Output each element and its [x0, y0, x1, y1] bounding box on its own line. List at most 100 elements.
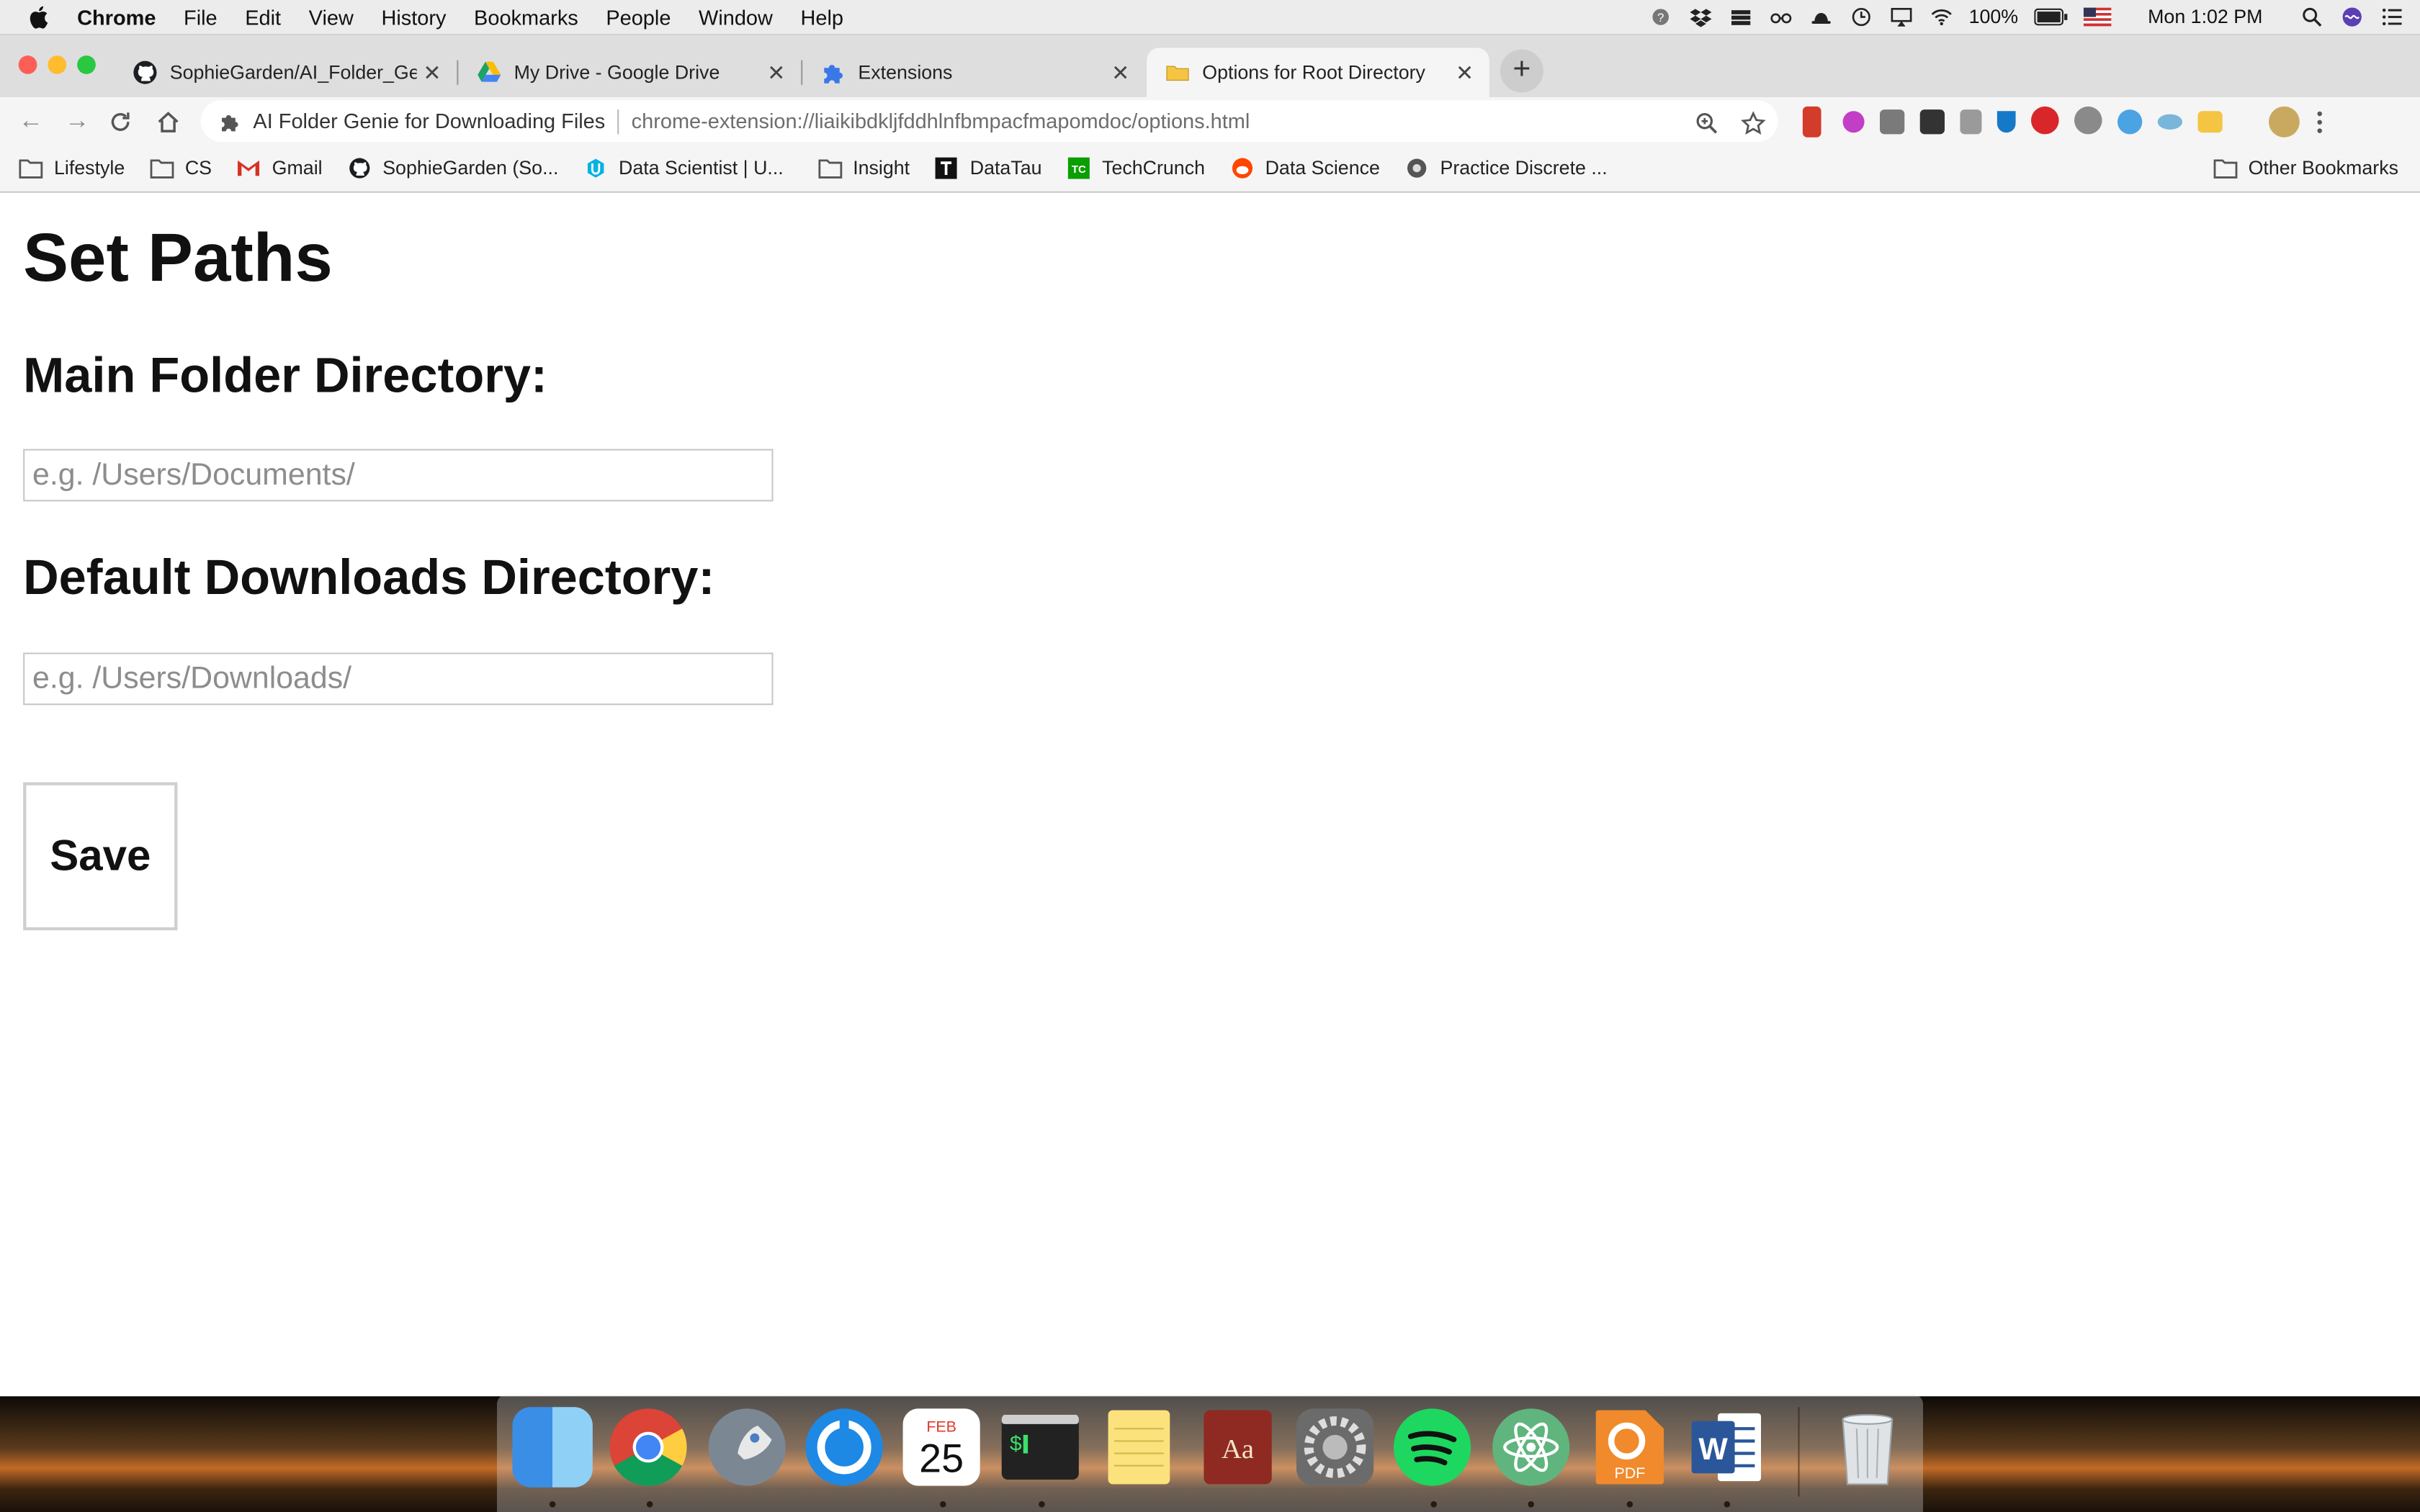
airplay-icon[interactable]: [1888, 6, 1913, 28]
menu-history[interactable]: History: [381, 6, 446, 29]
tab-google-drive[interactable]: My Drive - Google Drive ✕: [458, 48, 801, 97]
bookmark-lifestyle[interactable]: Lifestyle: [19, 158, 125, 179]
bookmark-udacity[interactable]: Data Scientist | U...: [583, 158, 784, 179]
url-text[interactable]: chrome-extension://liaikibdkljfddhlnfbmp…: [632, 109, 1250, 132]
y-extension-icon[interactable]: [1996, 111, 2016, 133]
close-tab-icon[interactable]: ✕: [1449, 60, 1480, 86]
menu-app-name[interactable]: Chrome: [77, 6, 156, 29]
techcrunch-icon: TC: [1067, 157, 1090, 179]
menu-people[interactable]: People: [606, 6, 671, 29]
close-window-button[interactable]: [18, 55, 37, 74]
dictionary-icon[interactable]: Aa: [1198, 1407, 1278, 1487]
atom-icon[interactable]: [1491, 1407, 1571, 1487]
time-machine-icon[interactable]: [1848, 6, 1873, 28]
bookmark-star-icon[interactable]: [1741, 111, 1766, 135]
home-icon[interactable]: [156, 109, 180, 134]
stack-icon[interactable]: [1728, 6, 1752, 28]
close-tab-icon[interactable]: ✕: [761, 60, 792, 86]
bookmark-practice-discrete[interactable]: Practice Discrete ...: [1404, 158, 1608, 179]
word-label: W: [1698, 1432, 1728, 1467]
reload-icon[interactable]: [108, 109, 133, 134]
eye-extension-icon[interactable]: [2157, 114, 2182, 130]
zoom-window-button[interactable]: [77, 55, 96, 74]
bookmark-github[interactable]: SophieGarden (So...: [347, 158, 558, 179]
menu-kebab-icon[interactable]: [2315, 109, 2325, 135]
apple-icon[interactable]: [28, 4, 53, 29]
minimize-window-button[interactable]: [48, 55, 67, 74]
bookmark-datatau[interactable]: DataTau: [934, 157, 1042, 179]
bookmark-techcrunch[interactable]: TC TechCrunch: [1067, 157, 1205, 179]
back-icon[interactable]: ←: [15, 107, 46, 138]
battery-icon[interactable]: [2033, 6, 2068, 28]
refresh-extension-icon[interactable]: [2118, 109, 2143, 135]
tab-github[interactable]: SophieGarden/AI_Folder_Genie ✕: [115, 48, 457, 97]
system-preferences-icon[interactable]: [1295, 1407, 1375, 1487]
help-badge-icon[interactable]: ?: [1648, 6, 1672, 28]
menu-bookmarks[interactable]: Bookmarks: [474, 6, 578, 29]
folder-icon: [19, 159, 43, 179]
chrome-icon[interactable]: [608, 1407, 688, 1487]
menu-edit[interactable]: Edit: [245, 6, 281, 29]
calendar-icon[interactable]: FEB25: [901, 1407, 981, 1487]
bookmark-cs[interactable]: CS: [150, 158, 212, 179]
bookmark-other[interactable]: Other Bookmarks: [2213, 158, 2398, 179]
bookmark-data-science[interactable]: Data Science: [1229, 158, 1380, 179]
wifi-icon[interactable]: [1929, 6, 1953, 28]
bookmark-label: DataTau: [969, 157, 1042, 179]
menu-file[interactable]: File: [184, 6, 218, 29]
notification-center-icon[interactable]: [2380, 6, 2404, 28]
lightbulb-extension-icon[interactable]: [1880, 109, 1905, 135]
spotlight-search-icon[interactable]: [2300, 6, 2324, 28]
tab-title: My Drive - Google Drive: [514, 61, 720, 84]
red-book-extension-icon[interactable]: [1802, 106, 1821, 138]
tab-strip: SophieGarden/AI_Folder_Genie ✕ My Drive …: [0, 35, 2420, 97]
omnibox[interactable]: AI Folder Genie for Downloading Files ch…: [200, 100, 1778, 143]
us-flag-icon[interactable]: [2083, 6, 2111, 28]
main-folder-input[interactable]: [23, 449, 774, 502]
adblock-plus-icon[interactable]: [2031, 106, 2059, 135]
dots-extension-icon[interactable]: [1919, 109, 1945, 135]
close-tab-icon[interactable]: ✕: [1105, 60, 1136, 86]
svg-text:?: ?: [1657, 11, 1663, 24]
folder-icon: [817, 159, 842, 179]
bookmark-gmail[interactable]: Gmail: [236, 158, 323, 179]
reddit-icon: [1232, 158, 1252, 179]
site-identity[interactable]: AI Folder Genie for Downloading Files: [253, 109, 605, 132]
folder-extension-icon[interactable]: [2197, 111, 2223, 133]
svg-text:TC: TC: [1072, 163, 1086, 176]
bookmark-label: Other Bookmarks: [2248, 157, 2398, 179]
spotify-icon[interactable]: [1392, 1407, 1472, 1487]
close-tab-icon[interactable]: ✕: [417, 60, 448, 86]
menu-view[interactable]: View: [309, 6, 354, 29]
help-extension-icon[interactable]: [2074, 106, 2102, 135]
tab-extensions[interactable]: Extensions ✕: [802, 48, 1145, 97]
save-button[interactable]: Save: [23, 782, 178, 931]
profile-avatar[interactable]: [2269, 106, 2300, 138]
clock[interactable]: Mon 1:02 PM: [2148, 6, 2262, 28]
google-drive-icon: [478, 61, 501, 82]
menu-window[interactable]: Window: [699, 6, 773, 29]
word-icon[interactable]: W: [1687, 1407, 1767, 1487]
terminal-icon[interactable]: $: [1000, 1407, 1080, 1487]
pdf-expert-icon[interactable]: PDF: [1590, 1407, 1670, 1487]
notes-icon[interactable]: [1099, 1407, 1179, 1487]
downloads-input[interactable]: [23, 652, 774, 706]
new-tab-button[interactable]: +: [1500, 49, 1543, 93]
siri-icon[interactable]: [2340, 6, 2365, 28]
tab-options-active[interactable]: Options for Root Directory ✕: [1147, 48, 1489, 97]
grid-extension-icon[interactable]: [1960, 109, 1982, 135]
evernote-style-extension-icon[interactable]: [1842, 111, 1865, 133]
qbittorrent-icon[interactable]: [804, 1407, 884, 1487]
menu-help[interactable]: Help: [800, 6, 843, 29]
launchpad-icon[interactable]: [707, 1407, 786, 1487]
cloud-hat-icon[interactable]: [1809, 6, 1833, 28]
zoom-icon[interactable]: [1695, 111, 1719, 135]
dropbox-icon[interactable]: [1688, 6, 1713, 28]
trash-icon[interactable]: [1827, 1407, 1907, 1487]
finder-icon[interactable]: [512, 1407, 593, 1488]
forward-icon[interactable]: →: [62, 107, 93, 138]
bookmark-label: CS: [184, 157, 212, 179]
folder-icon: [1166, 66, 1189, 81]
glasses-icon[interactable]: [1768, 6, 1793, 28]
bookmark-insight[interactable]: Insight: [817, 158, 910, 179]
